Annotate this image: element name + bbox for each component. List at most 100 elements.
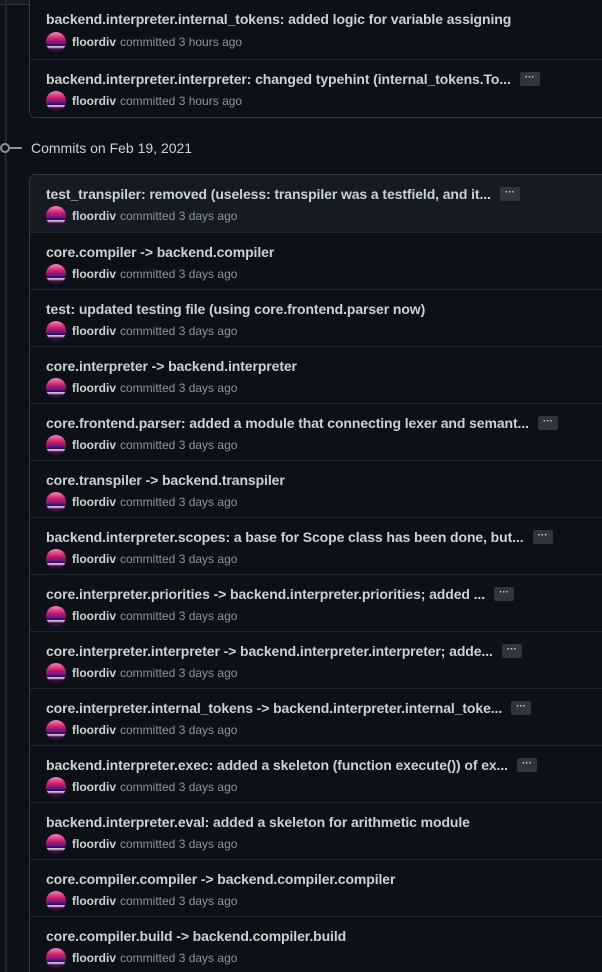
- commit-row[interactable]: backend.interpreter.exec: added a skelet…: [30, 745, 602, 802]
- commit-message-link[interactable]: core.compiler.build -> backend.compiler.…: [46, 928, 346, 944]
- commit-message-link[interactable]: test: updated testing file (using core.f…: [46, 301, 425, 317]
- expand-message-button[interactable]: ···: [537, 416, 558, 430]
- expand-message-button[interactable]: ···: [499, 187, 520, 201]
- commit-time[interactable]: 3 days ago: [179, 666, 238, 680]
- commit-row[interactable]: test_transpiler: removed (useless: trans…: [30, 175, 602, 232]
- author-link[interactable]: floordiv: [72, 951, 116, 965]
- author-link[interactable]: floordiv: [72, 209, 116, 223]
- commit-row[interactable]: core.interpreter.internal_tokens -> back…: [30, 688, 602, 745]
- author-avatar[interactable]: [46, 663, 66, 683]
- expand-message-button[interactable]: ···: [516, 758, 537, 772]
- commit-time[interactable]: 3 days ago: [179, 209, 238, 223]
- commit-message-link[interactable]: backend.interpreter.internal_tokens: add…: [46, 11, 511, 27]
- commit-message-link[interactable]: backend.interpreter.interpreter: changed…: [46, 71, 511, 87]
- author-avatar[interactable]: [46, 206, 66, 226]
- commit-row[interactable]: backend.interpreter.eval: added a skelet…: [30, 802, 602, 859]
- commit-action: committed: [120, 324, 176, 338]
- commit-message-link[interactable]: backend.interpreter.scopes: a base for S…: [46, 529, 524, 545]
- author-avatar[interactable]: [46, 948, 66, 968]
- commit-row[interactable]: backend.interpreter.internal_tokens: add…: [30, 0, 602, 59]
- commit-time[interactable]: 3 days ago: [179, 438, 238, 452]
- commit-row[interactable]: backend.interpreter.scopes: a base for S…: [30, 517, 602, 574]
- commit-meta: floordiv committed 3 hours ago: [46, 32, 242, 52]
- author-link[interactable]: floordiv: [72, 495, 116, 509]
- expand-message-button[interactable]: ···: [494, 587, 514, 601]
- commit-meta: floordiv committed 3 days ago: [46, 435, 237, 455]
- commit-time[interactable]: 3 days ago: [179, 267, 238, 281]
- commit-message-link[interactable]: test_transpiler: removed (useless: trans…: [46, 186, 491, 202]
- author-avatar[interactable]: [46, 321, 66, 341]
- author-avatar[interactable]: [46, 435, 66, 455]
- commit-time[interactable]: 3 days ago: [179, 381, 238, 395]
- commit-time[interactable]: 3 days ago: [179, 780, 238, 794]
- commit-row[interactable]: core.frontend.parser: added a module tha…: [30, 403, 602, 460]
- author-link[interactable]: floordiv: [72, 324, 116, 338]
- author-avatar[interactable]: [46, 777, 66, 797]
- author-link[interactable]: floordiv: [72, 381, 116, 395]
- commit-message-link[interactable]: core.transpiler -> backend.transpiler: [46, 472, 285, 488]
- commit-row[interactable]: core.interpreter.interpreter -> backend.…: [30, 631, 602, 688]
- author-avatar[interactable]: [46, 91, 66, 111]
- commit-row[interactable]: test: updated testing file (using core.f…: [30, 289, 602, 346]
- commit-time[interactable]: 3 days ago: [179, 552, 238, 566]
- author-avatar[interactable]: [46, 834, 66, 854]
- commit-message-line: core.interpreter.internal_tokens -> back…: [46, 700, 532, 716]
- author-link[interactable]: floordiv: [72, 780, 116, 794]
- author-link[interactable]: floordiv: [72, 35, 116, 49]
- commit-row[interactable]: core.compiler.build -> backend.compiler.…: [30, 916, 602, 972]
- author-avatar[interactable]: [46, 606, 66, 626]
- author-link[interactable]: floordiv: [72, 894, 116, 908]
- commit-time[interactable]: 3 days ago: [179, 609, 238, 623]
- author-link[interactable]: floordiv: [72, 609, 116, 623]
- author-link[interactable]: floordiv: [72, 837, 116, 851]
- commit-time[interactable]: 3 days ago: [179, 894, 238, 908]
- author-avatar[interactable]: [46, 549, 66, 569]
- commit-meta: floordiv committed 3 days ago: [46, 948, 237, 968]
- commit-message-link[interactable]: core.interpreter.interpreter -> backend.…: [46, 643, 493, 659]
- author-link[interactable]: floordiv: [72, 94, 116, 108]
- author-avatar[interactable]: [46, 492, 66, 512]
- expand-message-button[interactable]: ···: [532, 530, 553, 544]
- commit-time[interactable]: 3 days ago: [179, 324, 238, 338]
- commit-group-heading: Commits on Feb 19, 2021: [0, 138, 192, 158]
- author-link[interactable]: floordiv: [72, 438, 116, 452]
- commit-row[interactable]: core.compiler.compiler -> backend.compil…: [30, 859, 602, 916]
- commit-message-link[interactable]: core.compiler.compiler -> backend.compil…: [46, 871, 395, 887]
- commit-action: committed: [120, 951, 176, 965]
- commit-row[interactable]: core.interpreter.priorities -> backend.i…: [30, 574, 602, 631]
- commit-time[interactable]: 3 days ago: [179, 837, 238, 851]
- commit-message-link[interactable]: backend.interpreter.exec: added a skelet…: [46, 757, 508, 773]
- commit-row[interactable]: core.transpiler -> backend.transpiler flo…: [30, 460, 602, 517]
- author-link[interactable]: floordiv: [72, 723, 116, 737]
- commit-message-link[interactable]: core.frontend.parser: added a module tha…: [46, 415, 529, 431]
- commit-row[interactable]: core.compiler -> backend.compiler floordi…: [30, 232, 602, 289]
- commit-time[interactable]: 3 hours ago: [179, 35, 242, 49]
- commit-time[interactable]: 3 days ago: [179, 723, 238, 737]
- expand-message-button[interactable]: ···: [501, 644, 522, 658]
- author-avatar[interactable]: [46, 264, 66, 284]
- commit-time[interactable]: 3 hours ago: [179, 94, 242, 108]
- commit-meta: floordiv committed 3 days ago: [46, 321, 237, 341]
- author-avatar[interactable]: [46, 378, 66, 398]
- commit-action: committed: [120, 209, 176, 223]
- commit-message-link[interactable]: core.interpreter.priorities -> backend.i…: [46, 586, 485, 602]
- commit-time[interactable]: 3 days ago: [179, 495, 238, 509]
- author-link[interactable]: floordiv: [72, 267, 116, 281]
- commit-time[interactable]: 3 days ago: [179, 951, 238, 965]
- author-avatar[interactable]: [46, 891, 66, 911]
- commit-message-link[interactable]: core.compiler -> backend.compiler: [46, 244, 274, 260]
- commit-row[interactable]: backend.interpreter.interpreter: changed…: [30, 59, 602, 116]
- author-avatar[interactable]: [46, 32, 66, 52]
- author-link[interactable]: floordiv: [72, 666, 116, 680]
- commit-row[interactable]: core.interpreter -> backend.interpreter f…: [30, 346, 602, 403]
- author-avatar[interactable]: [46, 720, 66, 740]
- author-link[interactable]: floordiv: [72, 552, 116, 566]
- commit-message-line: core.compiler.compiler -> backend.compil…: [46, 871, 395, 887]
- commit-message-link[interactable]: core.interpreter -> backend.interpreter: [46, 358, 297, 374]
- commit-message-link[interactable]: backend.interpreter.eval: added a skelet…: [46, 814, 470, 830]
- expand-message-button[interactable]: ···: [519, 72, 540, 86]
- commit-action: committed: [120, 894, 176, 908]
- commit-action: committed: [120, 381, 176, 395]
- expand-message-button[interactable]: ···: [511, 701, 532, 715]
- commit-message-link[interactable]: core.interpreter.internal_tokens -> back…: [46, 700, 502, 716]
